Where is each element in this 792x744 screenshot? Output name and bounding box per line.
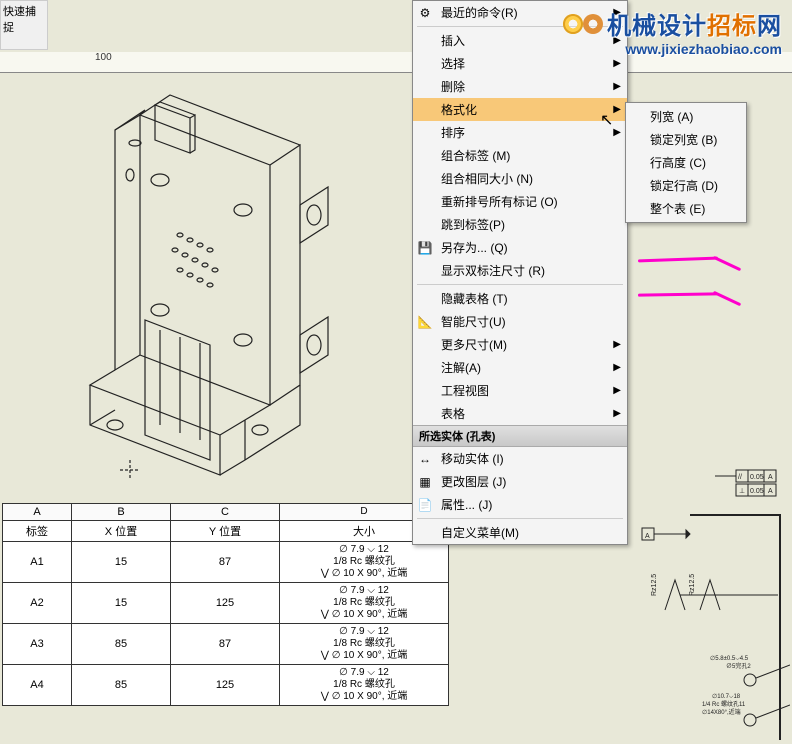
gears-icon: [563, 14, 603, 34]
menu-drawing-view[interactable]: 工程视图▶: [413, 379, 627, 402]
subheader-tag: 标签: [3, 521, 72, 542]
svg-text:A: A: [645, 533, 650, 540]
col-header-a: A: [3, 504, 72, 521]
dimension-icon: 📐: [417, 314, 433, 330]
svg-text:Rz12.5: Rz12.5: [651, 574, 658, 596]
table-row[interactable]: A1 15 87 ∅ 7.9 ⌵ 12 1/8 Rc 螺纹孔 ⋁ ∅ 10 X …: [3, 542, 449, 583]
subheader-y: Y 位置: [171, 521, 280, 542]
ruler-tick: 100: [95, 52, 112, 63]
svg-text://: //: [738, 474, 742, 481]
svg-text:Rz12.5: Rz12.5: [689, 574, 696, 596]
menu-move-entity[interactable]: ↔ 移动实体 (I): [413, 447, 627, 470]
col-header-c: C: [171, 504, 280, 521]
watermark: 机械设计招标网 www.jixiezhaobiao.com: [563, 6, 782, 57]
layer-icon: ▦: [417, 474, 433, 490]
menu-jump-tag[interactable]: 跳到标签(P): [413, 213, 627, 236]
save-icon: 💾: [417, 240, 433, 256]
menu-save-as[interactable]: 💾 另存为... (Q): [413, 236, 627, 259]
menu-hide-table[interactable]: 隐藏表格 (T): [413, 287, 627, 310]
menu-change-layer[interactable]: ▦ 更改图层 (J): [413, 470, 627, 493]
table-row[interactable]: A4 85 125 ∅ 7.9 ⌵ 12 1/8 Rc 螺纹孔 ⋁ ∅ 10 X…: [3, 665, 449, 706]
svg-text:∅5.8±0.5⌵4.5: ∅5.8±0.5⌵4.5: [710, 655, 749, 662]
context-menu[interactable]: ⚙ 最近的命令(R) ▶ 插入▶ 选择▶ 删除▶ 格式化▶ 排序▶ 组合标签 (…: [412, 0, 628, 545]
menu-show-dual-dim[interactable]: 显示双标注尺寸 (R): [413, 259, 627, 282]
table-subheader-row: 标签 X 位置 Y 位置 大小: [3, 521, 449, 542]
right-view: // 0.05 A ⊥ 0.05 A A Rz12.5 Rz12.5: [640, 460, 790, 740]
table-header-row: A B C D: [3, 504, 449, 521]
menu-sort[interactable]: 排序▶: [413, 121, 627, 144]
table-row[interactable]: A2 15 125 ∅ 7.9 ⌵ 12 1/8 Rc 螺纹孔 ⋁ ∅ 10 X…: [3, 583, 449, 624]
submenu-lock-col-width[interactable]: 锁定列宽 (B): [626, 128, 746, 151]
submenu-lock-row-height[interactable]: 锁定行高 (D): [626, 174, 746, 197]
hole-table[interactable]: A B C D 标签 X 位置 Y 位置 大小 A1 15 87 ∅ 7.9 ⌵…: [2, 503, 449, 706]
svg-text:∅10.7⌵18: ∅10.7⌵18: [712, 693, 741, 700]
svg-text:A: A: [768, 488, 773, 495]
menu-smart-dim[interactable]: 📐 智能尺寸(U): [413, 310, 627, 333]
quick-snap-panel: 快速捕捉: [0, 0, 48, 50]
subheader-x: X 位置: [72, 521, 171, 542]
col-header-b: B: [72, 504, 171, 521]
menu-tables[interactable]: 表格▶: [413, 402, 627, 425]
isometric-part: [60, 75, 400, 495]
menu-section-header: 所选实体 (孔表): [413, 425, 627, 447]
svg-text:0.05: 0.05: [750, 488, 764, 495]
svg-text:⊥: ⊥: [739, 488, 745, 495]
menu-format[interactable]: 格式化▶: [413, 98, 627, 121]
menu-merge-size[interactable]: 组合相同大小 (N): [413, 167, 627, 190]
menu-custom-menu[interactable]: 自定义菜单(M): [413, 521, 627, 544]
menu-renumber[interactable]: 重新排号所有标记 (O): [413, 190, 627, 213]
watermark-url: www.jixiezhaobiao.com: [563, 41, 782, 57]
menu-more-dim[interactable]: 更多尺寸(M)▶: [413, 333, 627, 356]
submenu-col-width[interactable]: 列宽 (A): [626, 105, 746, 128]
table-row[interactable]: A3 85 87 ∅ 7.9 ⌵ 12 1/8 Rc 螺纹孔 ⋁ ∅ 10 X …: [3, 624, 449, 665]
menu-separator: [417, 518, 623, 519]
submenu-whole-table[interactable]: 整个表 (E): [626, 197, 746, 220]
quick-snap-label: 快速捕捉: [3, 6, 36, 34]
svg-text:∅14X80°,近端: ∅14X80°,近端: [702, 708, 741, 716]
menu-annotation[interactable]: 注解(A)▶: [413, 356, 627, 379]
submenu-row-height[interactable]: 行高度 (C): [626, 151, 746, 174]
svg-text:0.05: 0.05: [750, 474, 764, 481]
svg-text:A: A: [768, 474, 773, 481]
menu-properties[interactable]: 📄 属性... (J): [413, 493, 627, 516]
format-submenu[interactable]: 列宽 (A) 锁定列宽 (B) 行高度 (C) 锁定行高 (D) 整个表 (E): [625, 102, 747, 223]
svg-text:1/4 Rc 螺纹孔11: 1/4 Rc 螺纹孔11: [702, 700, 746, 708]
gear-icon: ⚙: [417, 5, 433, 21]
move-icon: ↔: [417, 451, 433, 467]
svg-text:∅5完孔2: ∅5完孔2: [726, 662, 751, 670]
properties-icon: 📄: [417, 497, 433, 513]
menu-delete[interactable]: 删除▶: [413, 75, 627, 98]
menu-merge-label[interactable]: 组合标签 (M): [413, 144, 627, 167]
menu-separator: [417, 284, 623, 285]
